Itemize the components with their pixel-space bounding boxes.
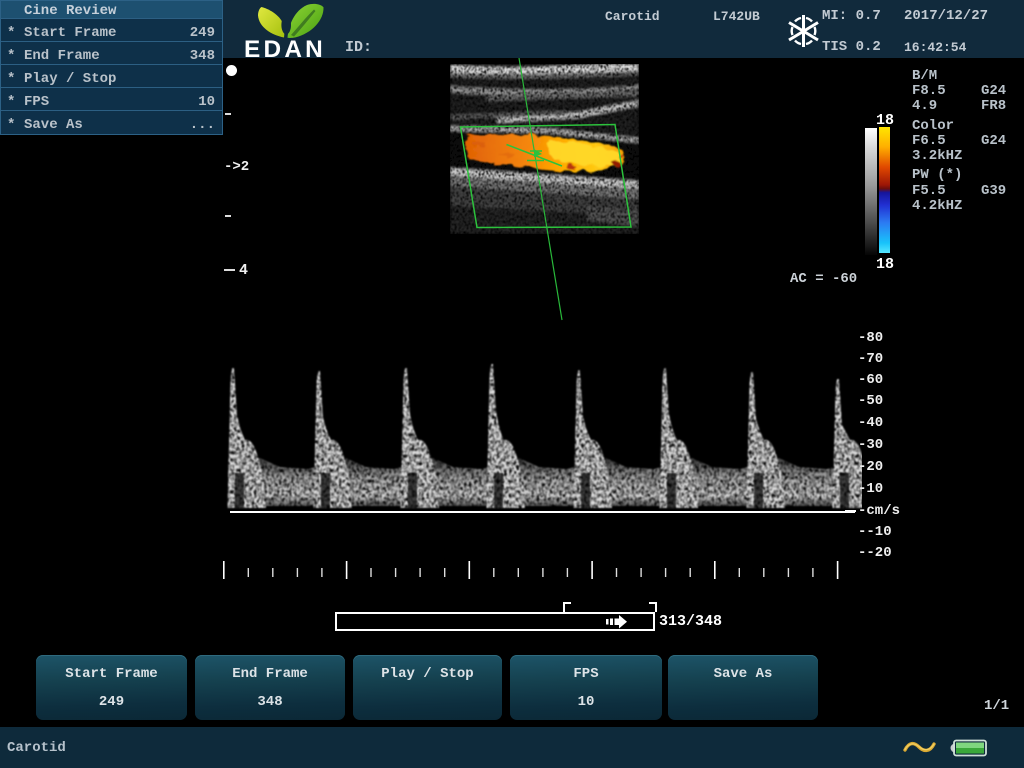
svg-text:EDAN: EDAN: [244, 36, 326, 58]
